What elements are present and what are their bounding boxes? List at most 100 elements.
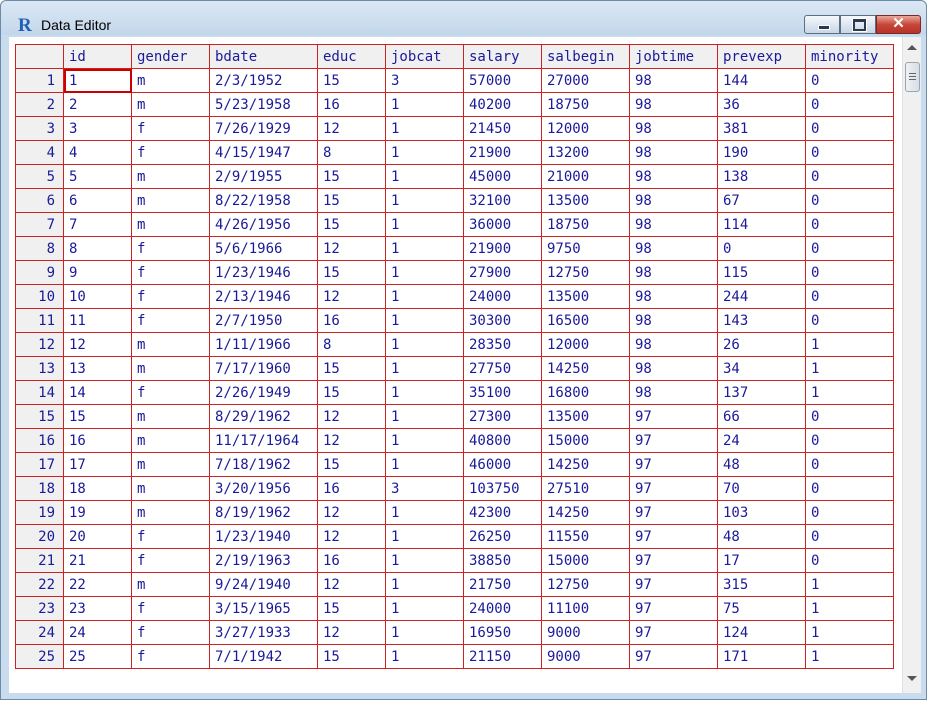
cell-salary[interactable]: 21900 <box>463 140 542 165</box>
cell-jobtime[interactable]: 97 <box>629 620 718 645</box>
cell-gender[interactable]: f <box>131 260 210 285</box>
cell-minority[interactable]: 0 <box>805 524 894 549</box>
cell-salbegin[interactable]: 9750 <box>541 236 630 261</box>
cell-salbegin[interactable]: 13500 <box>541 284 630 309</box>
cell-educ[interactable]: 16 <box>317 548 386 573</box>
cell-gender[interactable]: f <box>131 524 210 549</box>
cell-jobcat[interactable]: 3 <box>385 68 464 93</box>
cell-prevexp[interactable]: 171 <box>717 644 806 669</box>
column-header-id[interactable]: id <box>63 44 132 69</box>
row-header[interactable]: 21 <box>15 548 64 573</box>
cell-jobcat[interactable]: 1 <box>385 212 464 237</box>
cell-jobtime[interactable]: 98 <box>629 92 718 117</box>
cell-gender[interactable]: f <box>131 380 210 405</box>
cell-bdate[interactable]: 1/23/1946 <box>209 260 318 285</box>
row-header[interactable]: 24 <box>15 620 64 645</box>
column-header-jobcat[interactable]: jobcat <box>385 44 464 69</box>
cell-prevexp[interactable]: 103 <box>717 500 806 525</box>
cell-jobcat[interactable]: 1 <box>385 404 464 429</box>
cell-minority[interactable]: 0 <box>805 428 894 453</box>
cell-jobtime[interactable]: 97 <box>629 572 718 597</box>
cell-minority[interactable]: 0 <box>805 548 894 573</box>
cell-salary[interactable]: 26250 <box>463 524 542 549</box>
cell-id[interactable]: 14 <box>63 380 132 405</box>
cell-bdate[interactable]: 7/1/1942 <box>209 644 318 669</box>
cell-salary[interactable]: 57000 <box>463 68 542 93</box>
cell-jobtime[interactable]: 98 <box>629 236 718 261</box>
cell-jobtime[interactable]: 97 <box>629 452 718 477</box>
cell-bdate[interactable]: 8/22/1958 <box>209 188 318 213</box>
cell-prevexp[interactable]: 114 <box>717 212 806 237</box>
cell-minority[interactable]: 1 <box>805 572 894 597</box>
cell-minority[interactable]: 0 <box>805 116 894 141</box>
cell-educ[interactable]: 15 <box>317 596 386 621</box>
cell-educ[interactable]: 8 <box>317 140 386 165</box>
cell-gender[interactable]: m <box>131 572 210 597</box>
cell-prevexp[interactable]: 75 <box>717 596 806 621</box>
column-header-prevexp[interactable]: prevexp <box>717 44 806 69</box>
cell-id[interactable]: 5 <box>63 164 132 189</box>
cell-salbegin[interactable]: 14250 <box>541 356 630 381</box>
cell-minority[interactable]: 1 <box>805 620 894 645</box>
cell-minority[interactable]: 0 <box>805 164 894 189</box>
cell-educ[interactable]: 15 <box>317 164 386 189</box>
cell-gender[interactable]: f <box>131 596 210 621</box>
row-header[interactable]: 9 <box>15 260 64 285</box>
cell-prevexp[interactable]: 244 <box>717 284 806 309</box>
cell-bdate[interactable]: 2/9/1955 <box>209 164 318 189</box>
row-header[interactable]: 16 <box>15 428 64 453</box>
cell-id[interactable]: 21 <box>63 548 132 573</box>
cell-salary[interactable]: 27750 <box>463 356 542 381</box>
cell-prevexp[interactable]: 143 <box>717 308 806 333</box>
cell-gender[interactable]: m <box>131 428 210 453</box>
cell-educ[interactable]: 12 <box>317 116 386 141</box>
cell-jobcat[interactable]: 1 <box>385 572 464 597</box>
cell-jobcat[interactable]: 1 <box>385 356 464 381</box>
cell-id[interactable]: 7 <box>63 212 132 237</box>
cell-prevexp[interactable]: 115 <box>717 260 806 285</box>
column-header-educ[interactable]: educ <box>317 44 386 69</box>
row-header[interactable]: 8 <box>15 236 64 261</box>
cell-jobcat[interactable]: 1 <box>385 524 464 549</box>
cell-salbegin[interactable]: 9000 <box>541 620 630 645</box>
cell-bdate[interactable]: 5/23/1958 <box>209 92 318 117</box>
cell-bdate[interactable]: 2/19/1963 <box>209 548 318 573</box>
cell-minority[interactable]: 0 <box>805 188 894 213</box>
cell-educ[interactable]: 12 <box>317 404 386 429</box>
cell-salbegin[interactable]: 14250 <box>541 452 630 477</box>
minimize-button[interactable] <box>804 15 840 34</box>
cell-prevexp[interactable]: 138 <box>717 164 806 189</box>
cell-jobtime[interactable]: 98 <box>629 284 718 309</box>
cell-minority[interactable]: 0 <box>805 140 894 165</box>
scroll-down-arrow-icon[interactable] <box>907 676 917 681</box>
cell-jobtime[interactable]: 97 <box>629 476 718 501</box>
cell-id[interactable]: 3 <box>63 116 132 141</box>
cell-bdate[interactable]: 7/18/1962 <box>209 452 318 477</box>
cell-jobtime[interactable]: 98 <box>629 308 718 333</box>
cell-id[interactable]: 23 <box>63 596 132 621</box>
cell-educ[interactable]: 12 <box>317 428 386 453</box>
cell-bdate[interactable]: 1/23/1940 <box>209 524 318 549</box>
cell-prevexp[interactable]: 17 <box>717 548 806 573</box>
cell-salbegin[interactable]: 12000 <box>541 116 630 141</box>
row-header[interactable]: 15 <box>15 404 64 429</box>
cell-minority[interactable]: 0 <box>805 260 894 285</box>
cell-minority[interactable]: 1 <box>805 644 894 669</box>
cell-jobtime[interactable]: 97 <box>629 524 718 549</box>
cell-bdate[interactable]: 9/24/1940 <box>209 572 318 597</box>
cell-bdate[interactable]: 2/7/1950 <box>209 308 318 333</box>
cell-salbegin[interactable]: 13200 <box>541 140 630 165</box>
cell-id[interactable]: 17 <box>63 452 132 477</box>
cell-salbegin[interactable]: 18750 <box>541 92 630 117</box>
cell-salbegin[interactable]: 18750 <box>541 212 630 237</box>
cell-bdate[interactable]: 1/11/1966 <box>209 332 318 357</box>
cell-bdate[interactable]: 3/27/1933 <box>209 620 318 645</box>
cell-educ[interactable]: 8 <box>317 332 386 357</box>
cell-gender[interactable]: m <box>131 404 210 429</box>
cell-bdate[interactable]: 5/6/1966 <box>209 236 318 261</box>
cell-minority[interactable]: 0 <box>805 452 894 477</box>
cell-prevexp[interactable]: 67 <box>717 188 806 213</box>
cell-salary[interactable]: 42300 <box>463 500 542 525</box>
cell-jobcat[interactable]: 1 <box>385 500 464 525</box>
scroll-up-arrow-icon[interactable] <box>907 45 917 50</box>
